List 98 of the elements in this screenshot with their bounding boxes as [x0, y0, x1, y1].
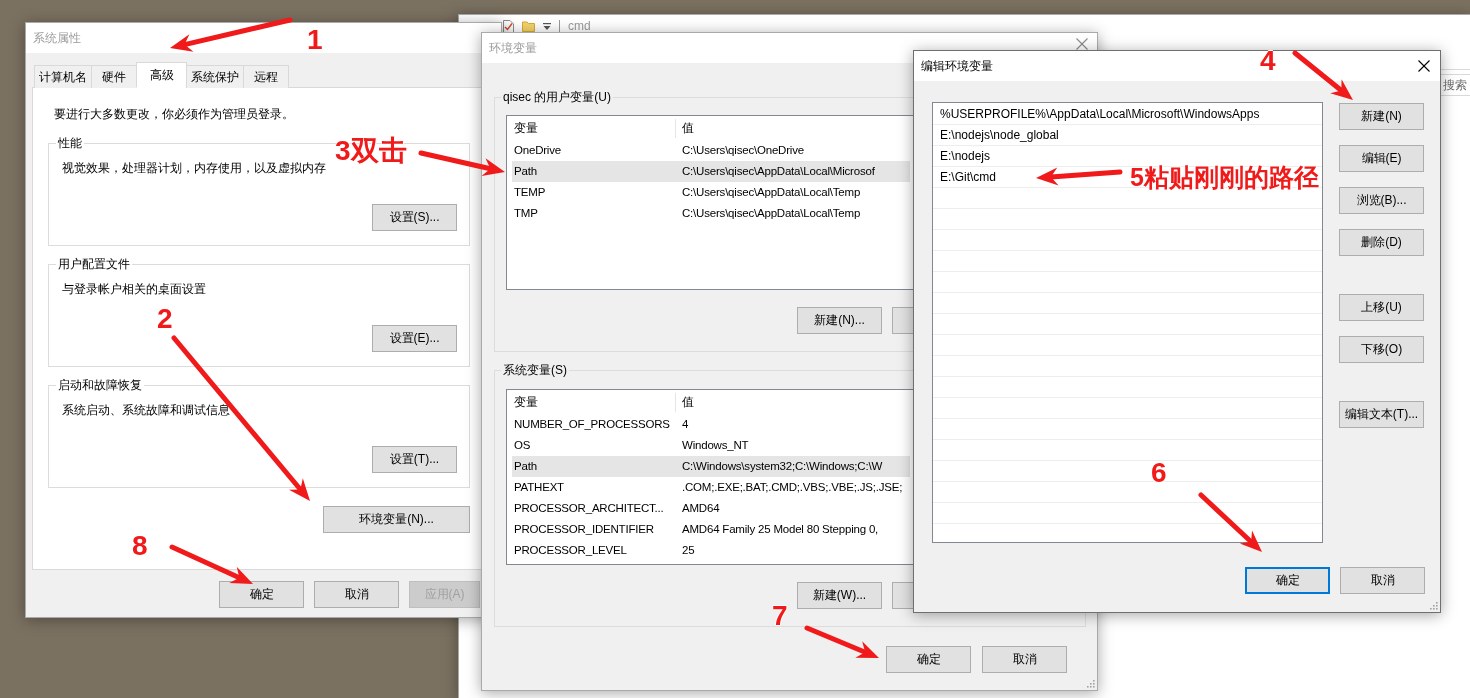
dropdown-icon[interactable]: [543, 22, 551, 30]
ok-button[interactable]: 确定: [219, 581, 304, 608]
variable-row[interactable]: OS Windows_NT: [512, 435, 910, 456]
column-header[interactable]: 变量: [512, 118, 676, 138]
variable-value-cell-text: C:\Users\qisec\AppData\Local\Temp: [681, 206, 862, 221]
variable-name-cell-text: TEMP: [513, 185, 547, 200]
tab[interactable]: 硬件: [91, 65, 137, 88]
settings-button[interactable]: 设置(S)...: [372, 204, 457, 231]
environment-variables-button[interactable]: 环境变量(N)...: [323, 506, 470, 533]
window-title: 系统属性: [33, 30, 81, 46]
variable-value-cell-text: AMD64 Family 25 Model 80 Stepping 0,: [681, 522, 880, 537]
variable-value-cell-text: 25: [681, 543, 696, 558]
search-field[interactable]: 搜索: [1440, 74, 1470, 96]
notice-text: 要进行大多数更改，你必须作为管理员登录。: [54, 107, 295, 122]
variable-name-cell-text: OneDrive: [513, 143, 562, 158]
step-label: 7: [772, 602, 788, 630]
path-entry[interactable]: E:\nodejs: [933, 146, 995, 167]
ok-button[interactable]: 确定: [886, 646, 971, 673]
settings-button[interactable]: 设置(T)...: [372, 446, 457, 473]
column-header[interactable]: 变量: [512, 392, 676, 412]
variable-value-cell-text: Windows_NT: [681, 438, 750, 453]
new-button[interactable]: 新建(N)...: [797, 307, 882, 334]
step-label: 1: [307, 26, 323, 54]
variable-row[interactable]: PROCESSOR_LEVEL 25: [512, 540, 910, 561]
tab[interactable]: 计算机名: [34, 65, 92, 88]
column-header[interactable]: 值: [676, 118, 910, 138]
path-entry[interactable]: E:\nodejs\node_global: [933, 125, 1063, 146]
new-button[interactable]: 新建(N): [1339, 103, 1424, 130]
variable-row[interactable]: TEMP C:\Users\qisec\AppData\Local\Temp: [512, 182, 910, 203]
ok-button[interactable]: 确定: [1245, 567, 1330, 594]
group-description: 与登录帐户相关的桌面设置: [62, 282, 207, 297]
resize-grip-icon[interactable]: [1429, 601, 1438, 610]
variable-value-cell-text: .COM;.EXE;.BAT;.CMD;.VBS;.VBE;.JS;.JSE;: [681, 480, 904, 495]
variable-list[interactable]: [506, 389, 916, 565]
variable-value-cell-text: 4: [681, 417, 690, 432]
variable-value-cell-text: C:\Windows\system32;C:\Windows;C:\W: [681, 459, 884, 474]
variable-value-cell-text: C:\Users\qisec\AppData\Local\Temp: [681, 185, 862, 200]
step-label: 4: [1260, 47, 1276, 75]
tab[interactable]: 系统保护: [186, 65, 244, 88]
group-description: 系统启动、系统故障和调试信息: [62, 403, 231, 418]
variable-name-cell-text: PROCESSOR_IDENTIFIER: [513, 522, 655, 537]
step-label: 5粘贴刚刚的路径: [1130, 165, 1319, 190]
new-button[interactable]: 新建(W)...: [797, 582, 882, 609]
variable-name-cell-text: PROCESSOR_ARCHITECT...: [513, 501, 665, 516]
edit-text-button[interactable]: 编辑文本(T)...: [1339, 401, 1424, 428]
tab[interactable]: 远程: [243, 65, 289, 88]
annotation-arrow: [1292, 50, 1353, 100]
covered-button[interactable]: [892, 307, 914, 334]
window-title: cmd: [568, 18, 591, 34]
variable-name-cell-text: PATHEXT: [513, 480, 565, 495]
document-check-icon[interactable]: [503, 19, 514, 33]
variable-row[interactable]: TMP C:\Users\qisec\AppData\Local\Temp: [512, 203, 910, 224]
path-entry[interactable]: %USERPROFILE%\AppData\Local\Microsoft\WindowsApps: [933, 104, 1264, 125]
move-down-button[interactable]: 下移(O): [1339, 336, 1424, 363]
window-title: 编辑环境变量: [921, 58, 993, 74]
variable-value-cell-text: C:\Users\qisec\OneDrive: [681, 143, 805, 158]
variable-row[interactable]: NUMBER_OF_PROCESSORS 4: [512, 414, 910, 435]
tab[interactable]: 高级: [136, 62, 187, 88]
variable-name-cell-text: PROCESSOR_LEVEL: [513, 543, 628, 558]
variable-row[interactable]: PROCESSOR_ARCHITECT... AMD64: [512, 498, 910, 519]
variable-value-cell-text: C:\Users\qisec\AppData\Local\Microsof: [681, 164, 876, 179]
variable-row[interactable]: Path C:\Users\qisec\AppData\Local\Microsof: [512, 161, 910, 182]
step-label: 2: [157, 305, 173, 333]
variable-row[interactable]: PROCESSOR_IDENTIFIER AMD64 Family 25 Model 80 Stepping 0,: [512, 519, 910, 540]
variable-row[interactable]: PATHEXT .COM;.EXE;.BAT;.CMD;.VBS;.VBE;.JS;.JSE;: [512, 477, 910, 498]
variable-list[interactable]: 变量 值 OneDrive C:\Users\qisec\OneDrive Path C:\Users\qisec\AppData\Local\Microsof TEMP C:\Users\qisec\AppData\Local\Temp TMP C:\Users\qisec\AppData\Local\Temp: [506, 115, 916, 290]
edit-button[interactable]: 编辑(E): [1339, 145, 1424, 172]
move-up-button[interactable]: 上移(U): [1339, 294, 1424, 321]
group-title: 系统变量(S): [502, 362, 568, 378]
resize-grip-icon[interactable]: [1086, 679, 1095, 688]
step-label: 6: [1151, 459, 1167, 487]
column-header[interactable]: 值: [676, 392, 910, 412]
variable-name-cell-text: Path: [513, 459, 538, 474]
annotation-arrow: [1198, 492, 1262, 552]
cancel-button[interactable]: 取消: [982, 646, 1067, 673]
path-entry[interactable]: E:\Git\cmd: [933, 167, 1000, 188]
variable-name-cell-text: NUMBER_OF_PROCESSORS: [513, 417, 671, 432]
covered-button[interactable]: [892, 582, 914, 609]
variable-value-cell-text: AMD64: [681, 501, 721, 516]
window-title: 环境变量: [489, 40, 537, 56]
group-title: 性能: [57, 135, 83, 151]
variable-name-cell-text: OS: [513, 438, 532, 453]
variable-row[interactable]: Path C:\Windows\system32;C:\Windows;C:\W: [512, 456, 910, 477]
browse-button[interactable]: 浏览(B)...: [1339, 187, 1424, 214]
variable-name-cell-text: TMP: [513, 206, 539, 221]
variable-name-cell-text: Path: [513, 164, 538, 179]
group-title: 用户配置文件: [57, 256, 131, 272]
group-title: 启动和故障恢复: [57, 377, 143, 393]
variable-row[interactable]: OneDrive C:\Users\qisec\OneDrive: [512, 140, 910, 161]
step-label: 3双击: [335, 137, 407, 165]
cancel-button[interactable]: 取消: [1340, 567, 1425, 594]
close-icon[interactable]: [1418, 60, 1430, 72]
group-title: qisec 的用户变量(U): [502, 89, 612, 105]
cancel-button[interactable]: 取消: [314, 581, 399, 608]
delete-button[interactable]: 删除(D): [1339, 229, 1424, 256]
step-label: 8: [132, 532, 148, 560]
settings-button[interactable]: 设置(E)...: [372, 325, 457, 352]
group-description: 视觉效果，处理器计划，内存使用，以及虚拟内存: [62, 161, 327, 176]
